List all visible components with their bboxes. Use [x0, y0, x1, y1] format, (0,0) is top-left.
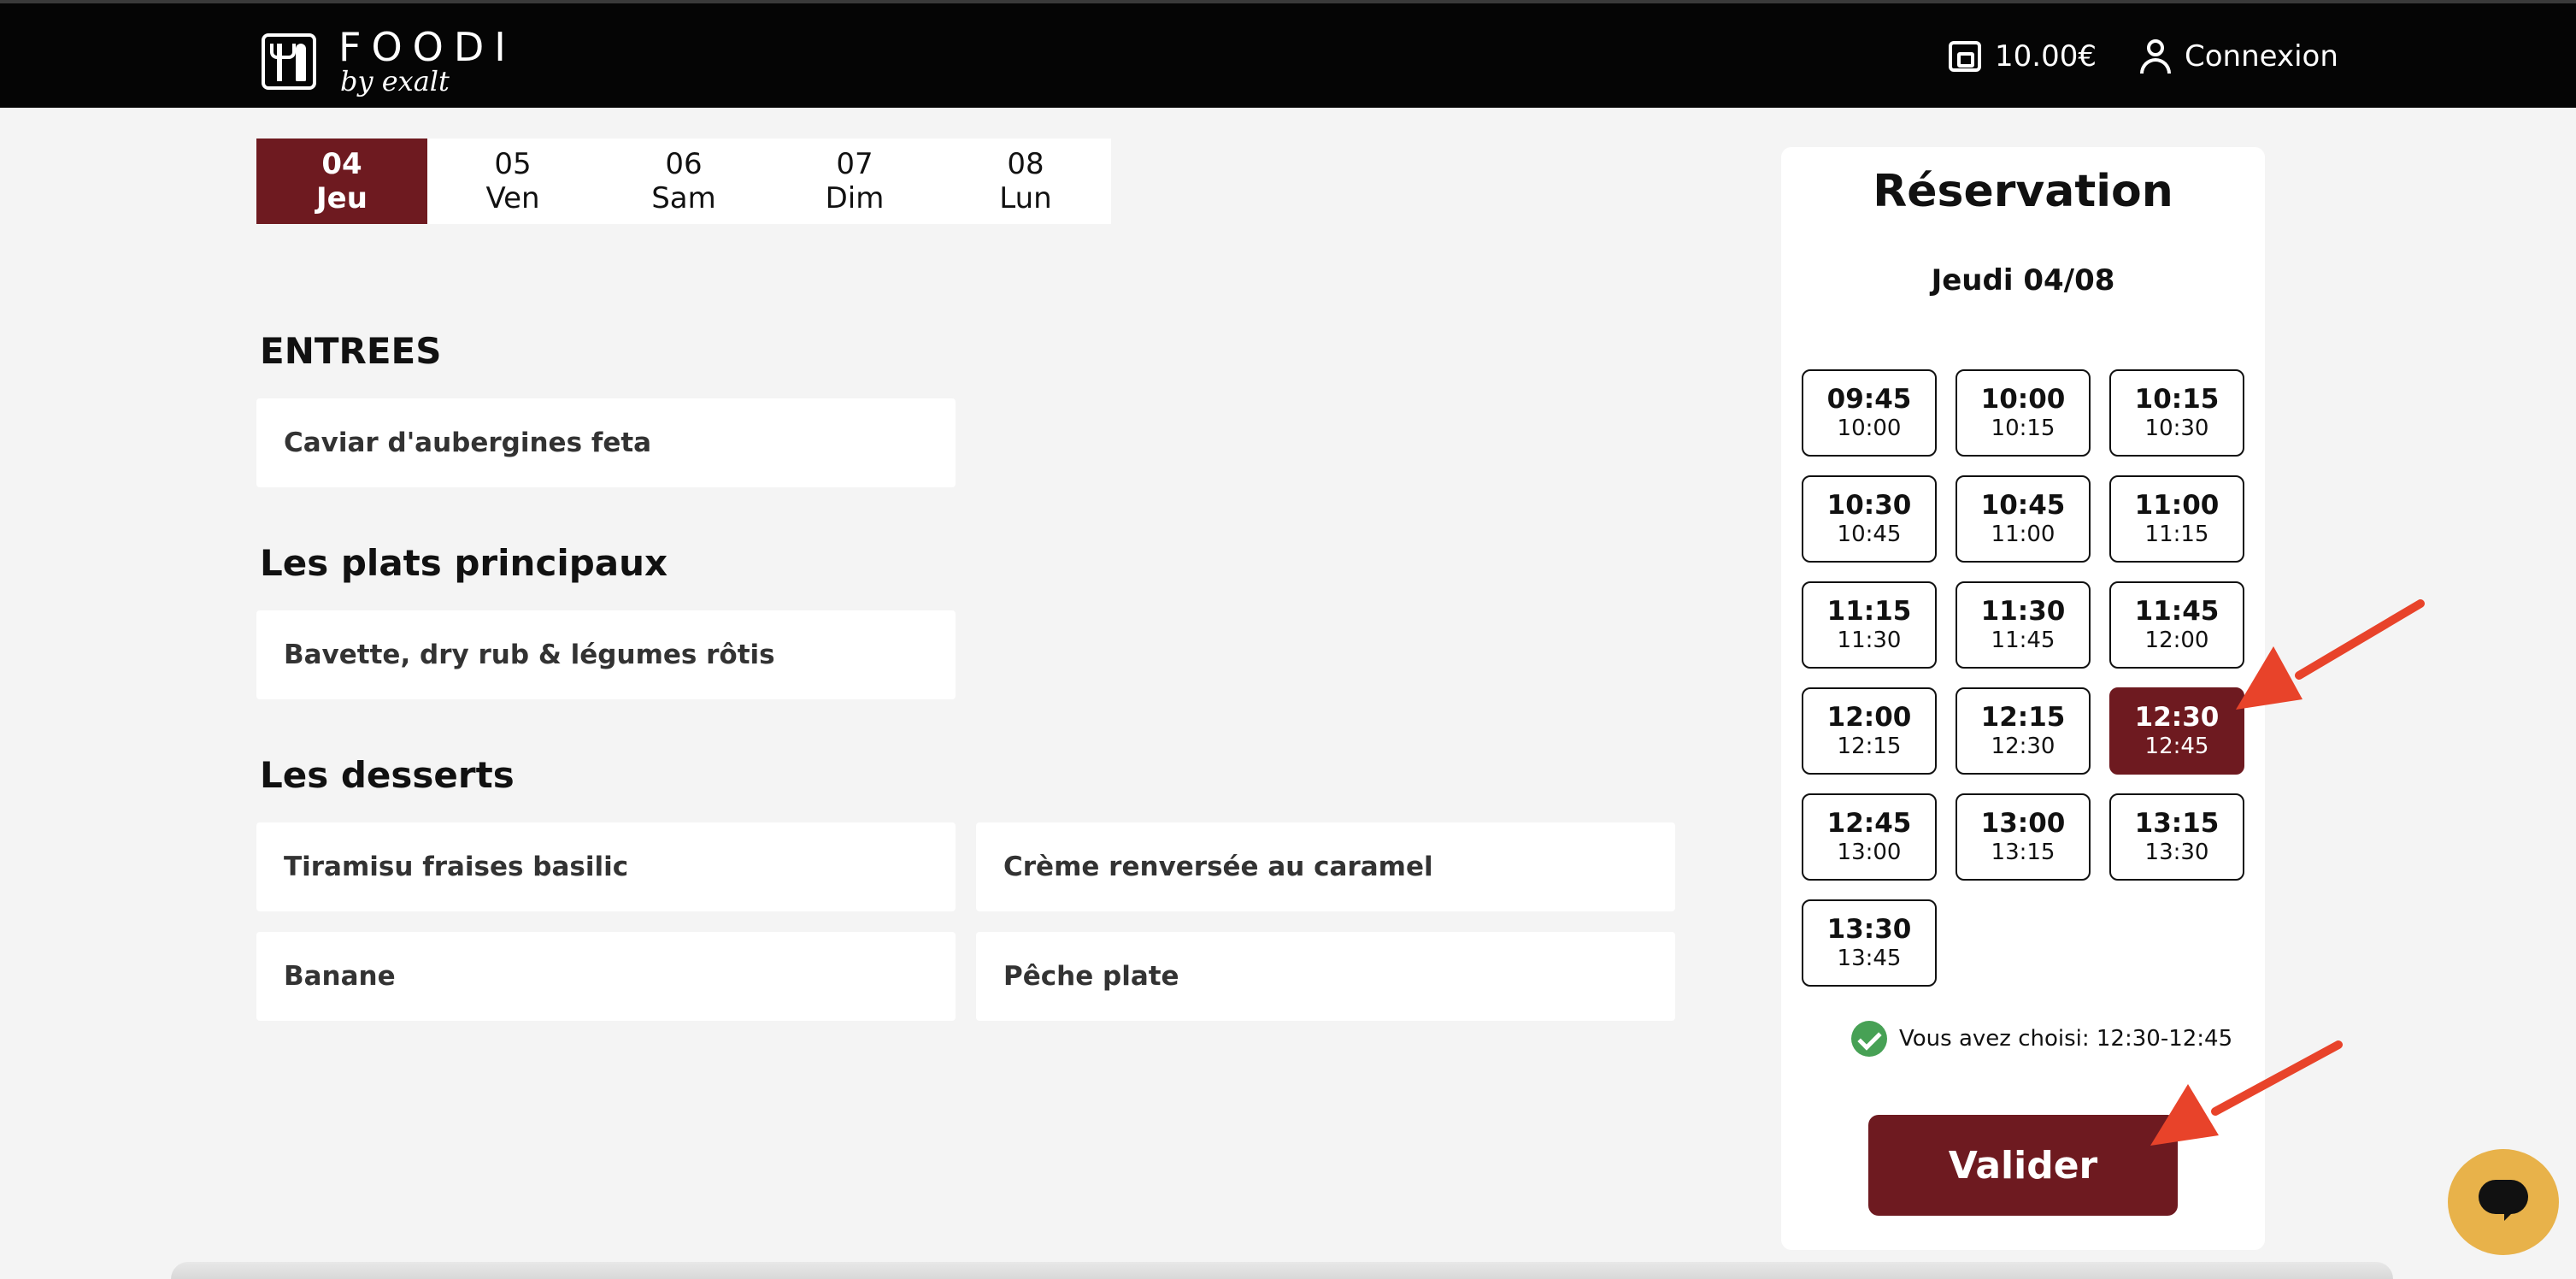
slot-end-time: 11:00: [1991, 522, 2056, 547]
time-slot-button[interactable]: 10:45 11:00: [1956, 475, 2091, 563]
reservation-date: Jeudi 04/08: [1931, 263, 2115, 298]
slot-start-time: 10:15: [2134, 384, 2220, 415]
slot-end-time: 11:30: [1837, 628, 1902, 653]
chat-bubble-icon: [2479, 1180, 2528, 1221]
cutlery-icon: [262, 33, 316, 90]
slot-end-time: 12:15: [1837, 734, 1902, 759]
time-slot-button[interactable]: 13:15 13:30: [2109, 793, 2244, 881]
slot-start-time: 09:45: [1826, 384, 1912, 415]
time-slot-button[interactable]: 12:45 13:00: [1802, 793, 1937, 881]
slot-end-time: 10:30: [2144, 416, 2209, 441]
time-slot-button[interactable]: 11:15 11:30: [1802, 581, 1937, 669]
slot-start-time: 10:45: [1980, 490, 2066, 521]
time-slot-button[interactable]: 10:30 10:45: [1802, 475, 1937, 563]
time-slot-button[interactable]: 10:00 10:15: [1956, 369, 2091, 457]
dish-card[interactable]: Bavette, dry rub & légumes rôtis: [256, 610, 956, 699]
slot-end-time: 11:15: [2144, 522, 2209, 547]
slot-start-time: 12:15: [1980, 702, 2066, 733]
slot-end-time: 12:00: [2144, 628, 2209, 653]
login-label: Connexion: [2185, 39, 2338, 74]
slot-end-time: 13:30: [2144, 840, 2209, 865]
chat-button[interactable]: [2448, 1149, 2559, 1255]
slot-start-time: 12:00: [1826, 702, 1912, 733]
slot-end-time: 12:30: [1991, 734, 2056, 759]
section-title-entrees: ENTREES: [260, 330, 442, 372]
brand-name: FOODI: [338, 24, 516, 70]
slot-start-time: 13:00: [1980, 808, 2066, 839]
day-tab-04[interactable]: 04 Jeu: [256, 139, 427, 224]
slot-start-time: 11:15: [1826, 596, 1912, 627]
time-slot-button[interactable]: 10:15 10:30: [2109, 369, 2244, 457]
selection-confirmation: Vous avez choisi: 12:30-12:45: [1851, 1021, 2232, 1057]
dish-card[interactable]: Pêche plate: [976, 932, 1675, 1021]
day-tab-05[interactable]: 05 Ven: [427, 139, 598, 224]
time-slot-button[interactable]: 12:30 12:45: [2109, 687, 2244, 775]
time-slot-button[interactable]: 11:00 11:15: [2109, 475, 2244, 563]
slot-end-time: 13:15: [1991, 840, 2056, 865]
day-tab-06[interactable]: 06 Sam: [598, 139, 769, 224]
time-slot-button[interactable]: 12:15 12:30: [1956, 687, 2091, 775]
top-navigation-bar: FOODI by exalt 10.00€ Connexion: [0, 0, 2576, 108]
slot-end-time: 10:15: [1991, 416, 2056, 441]
chosen-slot-text: Vous avez choisi: 12:30-12:45: [1899, 1026, 2233, 1052]
slot-start-time: 11:00: [2134, 490, 2220, 521]
slot-end-time: 10:45: [1837, 522, 1902, 547]
dish-card[interactable]: Tiramisu fraises basilic: [256, 822, 956, 911]
day-tab-08[interactable]: 08 Lun: [940, 139, 1111, 224]
page-bottom-edge: [171, 1262, 2393, 1279]
time-slot-button[interactable]: 13:00 13:15: [1956, 793, 2091, 881]
section-title-desserts: Les desserts: [260, 754, 515, 796]
login-link[interactable]: Connexion: [2138, 39, 2338, 74]
time-slot-button[interactable]: 09:45 10:00: [1802, 369, 1937, 457]
wallet-balance[interactable]: 10.00€: [1949, 39, 2097, 74]
dish-card[interactable]: Caviar d'aubergines feta: [256, 398, 956, 487]
slot-start-time: 11:45: [2134, 596, 2220, 627]
slot-start-time: 12:30: [2134, 702, 2220, 733]
time-slot-button[interactable]: 13:30 13:45: [1802, 899, 1937, 987]
wallet-amount: 10.00€: [1995, 39, 2097, 74]
slot-start-time: 12:45: [1826, 808, 1912, 839]
brand-tagline: by exalt: [340, 65, 450, 97]
wallet-icon: [1949, 41, 1981, 72]
slot-start-time: 13:30: [1826, 914, 1912, 945]
slot-end-time: 10:00: [1837, 416, 1902, 441]
reservation-title: Réservation: [1873, 166, 2173, 217]
dish-card[interactable]: Crème renversée au caramel: [976, 822, 1675, 911]
user-icon: [2138, 39, 2173, 74]
slot-start-time: 10:00: [1980, 384, 2066, 415]
time-slot-button[interactable]: 11:30 11:45: [1956, 581, 2091, 669]
day-selector: 04 Jeu 05 Ven 06 Sam 07 Dim 08 Lun: [256, 139, 1111, 224]
slot-start-time: 10:30: [1826, 490, 1912, 521]
slot-end-time: 13:45: [1837, 946, 1902, 971]
check-circle-icon: [1851, 1021, 1887, 1057]
section-title-mains: Les plats principaux: [260, 542, 668, 584]
dish-card[interactable]: Banane: [256, 932, 956, 1021]
foodi-logo[interactable]: FOODI by exalt: [262, 26, 516, 97]
time-slot-button[interactable]: 11:45 12:00: [2109, 581, 2244, 669]
slot-end-time: 11:45: [1991, 628, 2056, 653]
validate-button[interactable]: Valider: [1868, 1115, 2178, 1216]
day-tab-07[interactable]: 07 Dim: [769, 139, 940, 224]
slot-start-time: 13:15: [2134, 808, 2220, 839]
slot-start-time: 11:30: [1980, 596, 2066, 627]
slot-end-time: 13:00: [1837, 840, 1902, 865]
slot-end-time: 12:45: [2144, 734, 2209, 759]
time-slot-button[interactable]: 12:00 12:15: [1802, 687, 1937, 775]
